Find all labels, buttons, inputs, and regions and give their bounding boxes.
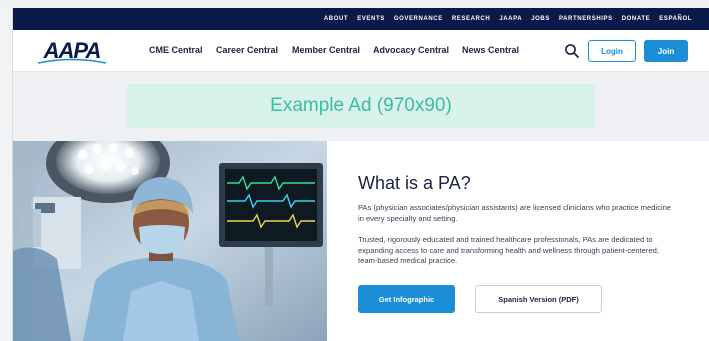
hero-title: What is a PA?: [358, 173, 471, 193]
top-strip: [0, 0, 709, 8]
aapa-logo[interactable]: AAPA: [35, 37, 109, 65]
login-button[interactable]: Login: [588, 40, 636, 62]
nav-link-career-central[interactable]: Career Central: [216, 45, 278, 55]
nav-link-news-central[interactable]: News Central: [462, 45, 519, 55]
utility-link-about[interactable]: ABOUT: [324, 16, 348, 22]
nav-link-member-central[interactable]: Member Central: [292, 45, 360, 55]
hero-paragraph-1: PAs (physician associates/physician assi…: [358, 203, 672, 223]
utility-link-jaapa[interactable]: JAAPA: [499, 16, 522, 22]
get-infographic-button[interactable]: Get Infographic: [358, 285, 455, 313]
search-icon[interactable]: [564, 43, 580, 59]
utility-link-jobs[interactable]: JOBS: [531, 16, 550, 22]
page-frame: ABOUT EVENTS GOVERNANCE RESEARCH JAAPA J…: [0, 0, 709, 341]
main-nav: AAPA CME Central Career Central Member C…: [13, 30, 709, 72]
utility-link-donate[interactable]: DONATE: [622, 16, 651, 22]
hero-paragraph-2: Trusted, rigorously educated and trained…: [358, 235, 659, 265]
utility-link-research[interactable]: RESEARCH: [452, 16, 490, 22]
join-button[interactable]: Join: [644, 40, 688, 62]
hero-section: What is a PA? PAs (physician associates/…: [13, 141, 709, 341]
nav-link-cme-central[interactable]: CME Central: [149, 45, 203, 55]
nav-link-advocacy-central[interactable]: Advocacy Central: [373, 45, 449, 55]
ad-banner[interactable]: Example Ad (970x90): [127, 84, 595, 128]
utility-bar: ABOUT EVENTS GOVERNANCE RESEARCH JAAPA J…: [13, 8, 709, 30]
utility-link-events[interactable]: EVENTS: [357, 16, 385, 22]
hero-photo-pa-in-operating-room: [13, 141, 327, 341]
spanish-version-button[interactable]: Spanish Version (PDF): [475, 285, 602, 313]
utility-link-governance[interactable]: GOVERNANCE: [394, 16, 443, 22]
site-shell: ABOUT EVENTS GOVERNANCE RESEARCH JAAPA J…: [12, 8, 709, 341]
ad-text: Example Ad (970x90): [270, 95, 452, 116]
utility-link-espanol[interactable]: ESPAÑOL: [659, 16, 692, 22]
utility-link-partnerships[interactable]: PARTNERSHIPS: [559, 16, 613, 22]
